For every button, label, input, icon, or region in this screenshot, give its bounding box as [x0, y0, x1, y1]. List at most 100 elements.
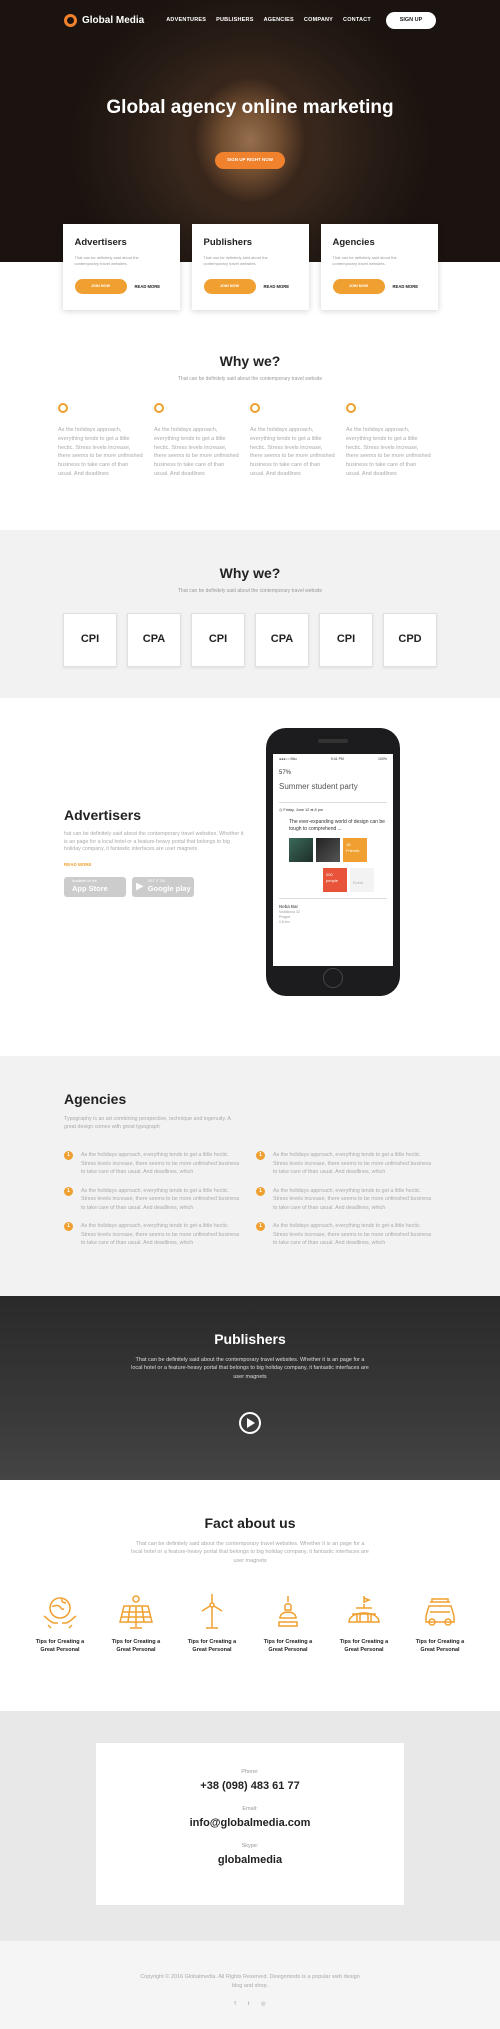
- event-title: Summer student party: [279, 782, 358, 792]
- brand-name: Global Media: [82, 14, 145, 26]
- nav-link-agencies[interactable]: AGENCIES: [264, 17, 294, 25]
- nav-link-publishers[interactable]: PUBLISHERS: [216, 17, 253, 25]
- model-tile[interactable]: CPI: [191, 612, 245, 667]
- audience-cards: Advertisers That can be definitely said …: [0, 224, 500, 310]
- section-title: Why we?: [219, 353, 281, 369]
- read-more-link[interactable]: READ MORE: [264, 284, 290, 290]
- hero-title: Global agency online marketing: [106, 97, 394, 118]
- nav-link-adventures[interactable]: ADVENTURES: [166, 17, 206, 25]
- why-we-section: Why we? That can be definitely said abou…: [0, 310, 500, 530]
- twitter-icon[interactable]: t: [248, 2001, 249, 2008]
- section-text: That can be definitely said about the co…: [131, 1356, 369, 1381]
- fact-caption: Tips for Creating a Great Personal: [339, 1639, 389, 1654]
- lamp-icon: [278, 1595, 298, 1627]
- read-more-link[interactable]: READ MORE: [64, 862, 244, 868]
- skype-value[interactable]: globalmedia: [96, 1853, 404, 1868]
- number-badge: 1: [256, 1222, 265, 1232]
- read-more-link[interactable]: READ MORE: [135, 284, 161, 290]
- model-tile[interactable]: CPD: [383, 612, 437, 667]
- event-stats: 200 people Event: [279, 868, 387, 893]
- feature-item: As the holidays approach, everything ten…: [58, 402, 154, 479]
- hero-signup-button[interactable]: SIGN UP RIGHT NOW: [215, 152, 285, 169]
- list-item: 1 As the holidays approach, everything t…: [64, 1151, 244, 1176]
- social-links: f t ◎: [0, 2001, 500, 2008]
- number-badge: 1: [256, 1186, 265, 1196]
- copyright-text: Copyright © 2016 Globalmedia. All Rights…: [140, 1974, 360, 1989]
- list-text: As the holidays approach, everything ten…: [81, 1223, 240, 1247]
- home-button: [323, 968, 343, 988]
- facebook-icon[interactable]: f: [234, 2001, 235, 2008]
- instagram-icon[interactable]: ◎: [261, 2001, 265, 2008]
- number-badge: 1: [64, 1151, 73, 1161]
- fact-caption: Tips for Creating a Great Personal: [35, 1639, 85, 1654]
- join-now-button[interactable]: JOIN NOW: [74, 279, 127, 295]
- store-name: App Store: [72, 883, 108, 893]
- fact-caption: Tips for Creating a Great Personal: [415, 1639, 465, 1654]
- circle-icon: [154, 402, 164, 413]
- model-tile[interactable]: CPA: [127, 612, 181, 667]
- feature-text: As the holidays approach, everything ten…: [346, 426, 431, 477]
- model-tile[interactable]: CPI: [319, 612, 373, 667]
- solar-panel-icon: [119, 1595, 153, 1629]
- list-item: 1 As the holidays approach, everything t…: [256, 1222, 436, 1247]
- section-subtitle: That can be definitely said about the co…: [177, 375, 323, 382]
- section-title: Publishers: [214, 1331, 286, 1347]
- card-title: Agencies: [332, 237, 375, 248]
- section-title: Advertisers: [64, 807, 142, 823]
- phone-screen: ●●●○○ Bitu 9:41 PM 100% 57% Summer stude…: [273, 754, 393, 966]
- skype-label: Skype:: [241, 1843, 259, 1850]
- contact-card: Phone: +38 (098) 483 61 77 Email: info@g…: [96, 1743, 404, 1905]
- event-note: The ever-expanding world of design can b…: [289, 819, 385, 832]
- event-badge: Event: [350, 868, 374, 893]
- feature-item: As the holidays approach, everything ten…: [154, 402, 250, 479]
- fact-item: Tips for Creating a Great Personal: [261, 1592, 315, 1655]
- carrier: ●●●○○ Bitu: [279, 757, 297, 761]
- number-badge: 1: [64, 1222, 73, 1232]
- advertisers-section: Advertisers hat can be definitely said a…: [0, 698, 500, 1056]
- globe-hands-icon: [43, 1597, 77, 1629]
- store-name: Google play: [147, 883, 191, 893]
- section-text: That can be definitely said about the co…: [131, 1540, 369, 1565]
- phone-value[interactable]: +38 (098) 483 61 77: [96, 1779, 404, 1794]
- section-subtitle: That can be definitely said about the co…: [177, 587, 323, 594]
- list-text: As the holidays approach, everything ten…: [273, 1152, 432, 1176]
- email-value[interactable]: info@globalmedia.com: [96, 1816, 404, 1831]
- list-item: 1 As the holidays approach, everything t…: [64, 1186, 244, 1212]
- circle-icon: [250, 402, 260, 413]
- play-video-button[interactable]: [239, 1411, 261, 1434]
- fact-item: Tips for Creating a Great Personal: [109, 1592, 163, 1655]
- section-title: Why we?: [219, 565, 281, 581]
- join-now-button[interactable]: JOIN NOW: [203, 279, 256, 295]
- logo-icon: [64, 14, 77, 27]
- photo-thumb: [316, 838, 340, 863]
- list-text: As the holidays approach, everything ten…: [273, 1223, 432, 1247]
- nav-link-contact[interactable]: CONTACT: [343, 17, 371, 25]
- feature-text: As the holidays approach, everything ten…: [154, 426, 239, 477]
- fact-item: Tips for Creating a Great Personal: [185, 1592, 239, 1655]
- signup-button[interactable]: SIGN UP: [386, 12, 436, 29]
- section-title: Agencies: [64, 1091, 127, 1107]
- card-publishers: Publishers That can be definitely said a…: [191, 224, 309, 310]
- list-item: 1 As the holidays approach, everything t…: [256, 1186, 436, 1212]
- model-tile[interactable]: CPA: [255, 612, 309, 667]
- section-text: hat can be definitely said about the con…: [64, 830, 244, 853]
- join-now-button[interactable]: JOIN NOW: [332, 279, 385, 295]
- igloo-icon: [348, 1595, 380, 1623]
- google-play-button[interactable]: ▶ GET IT ON Google play: [132, 876, 194, 897]
- nav-link-company[interactable]: COMPANY: [304, 17, 333, 25]
- section-title: Fact about us: [204, 1515, 296, 1531]
- card-agencies: Agencies That can be definitely said abo…: [320, 224, 438, 310]
- model-tile[interactable]: CPI: [63, 612, 117, 667]
- friends-badge: 18 Friends: [343, 838, 367, 863]
- app-store-button[interactable]: Available on the App Store: [64, 876, 126, 897]
- logo[interactable]: Global Media: [64, 14, 144, 28]
- venue-info: Neba Bar Vodičkova 32 Prague 0.8 km: [279, 898, 387, 925]
- feature-text: As the holidays approach, everything ten…: [58, 426, 143, 477]
- fact-item: Tips for Creating a Great Personal: [33, 1592, 87, 1655]
- read-more-link[interactable]: READ MORE: [393, 284, 419, 290]
- play-icon: [247, 1417, 255, 1428]
- card-advertisers: Advertisers That can be definitely said …: [62, 224, 180, 310]
- list-item: 1 As the holidays approach, everything t…: [256, 1151, 436, 1176]
- circle-icon: [346, 402, 356, 413]
- event-gallery: 18 Friends: [279, 838, 387, 863]
